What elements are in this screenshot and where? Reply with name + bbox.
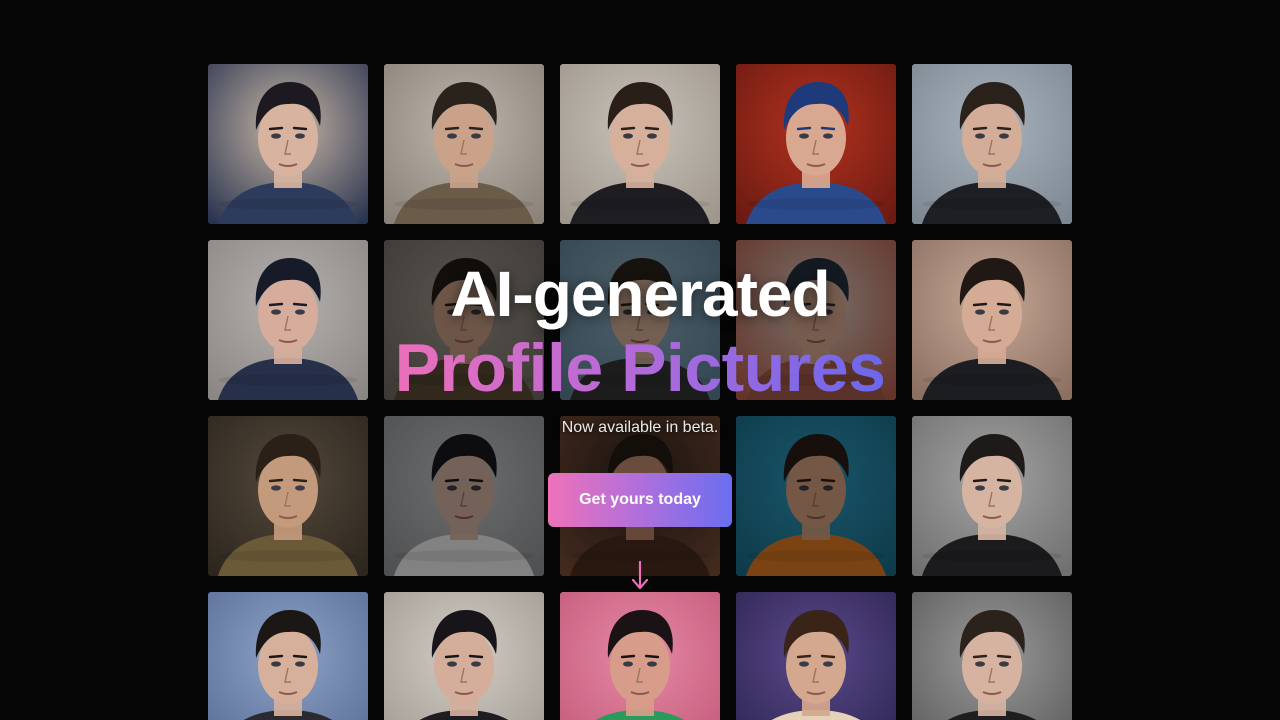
portrait-image (208, 416, 368, 576)
portrait-image (208, 592, 368, 720)
portrait-image (560, 592, 720, 720)
portrait-grid (208, 64, 1072, 720)
portrait-image (912, 416, 1072, 576)
portrait-image (560, 240, 720, 400)
portrait-image (736, 240, 896, 400)
portrait-tile (560, 240, 720, 400)
portrait-image (208, 64, 368, 224)
portrait-tile (208, 592, 368, 720)
portrait-tile (384, 64, 544, 224)
portrait-tile (736, 64, 896, 224)
portrait-image (384, 64, 544, 224)
portrait-tile (736, 240, 896, 400)
portrait-image (736, 592, 896, 720)
portrait-tile (912, 240, 1072, 400)
portrait-tile (560, 592, 720, 720)
portrait-tile (736, 592, 896, 720)
portrait-tile (208, 416, 368, 576)
portrait-tile (384, 592, 544, 720)
portrait-tile (912, 592, 1072, 720)
portrait-image (384, 416, 544, 576)
portrait-image (208, 240, 368, 400)
portrait-tile (736, 416, 896, 576)
portrait-tile (208, 64, 368, 224)
portrait-image (384, 592, 544, 720)
portrait-image (912, 592, 1072, 720)
portrait-tile (384, 416, 544, 576)
portrait-image (384, 240, 544, 400)
portrait-image (736, 64, 896, 224)
portrait-tile (384, 240, 544, 400)
portrait-image (736, 416, 896, 576)
portrait-tile (912, 416, 1072, 576)
portrait-image (912, 64, 1072, 224)
portrait-tile (208, 240, 368, 400)
get-yours-today-button[interactable]: Get yours today (548, 473, 732, 527)
landing-page: AI-generated Profile Pictures Now availa… (0, 0, 1280, 720)
portrait-image (912, 240, 1072, 400)
portrait-tile (560, 64, 720, 224)
portrait-tile (912, 64, 1072, 224)
portrait-image (560, 64, 720, 224)
